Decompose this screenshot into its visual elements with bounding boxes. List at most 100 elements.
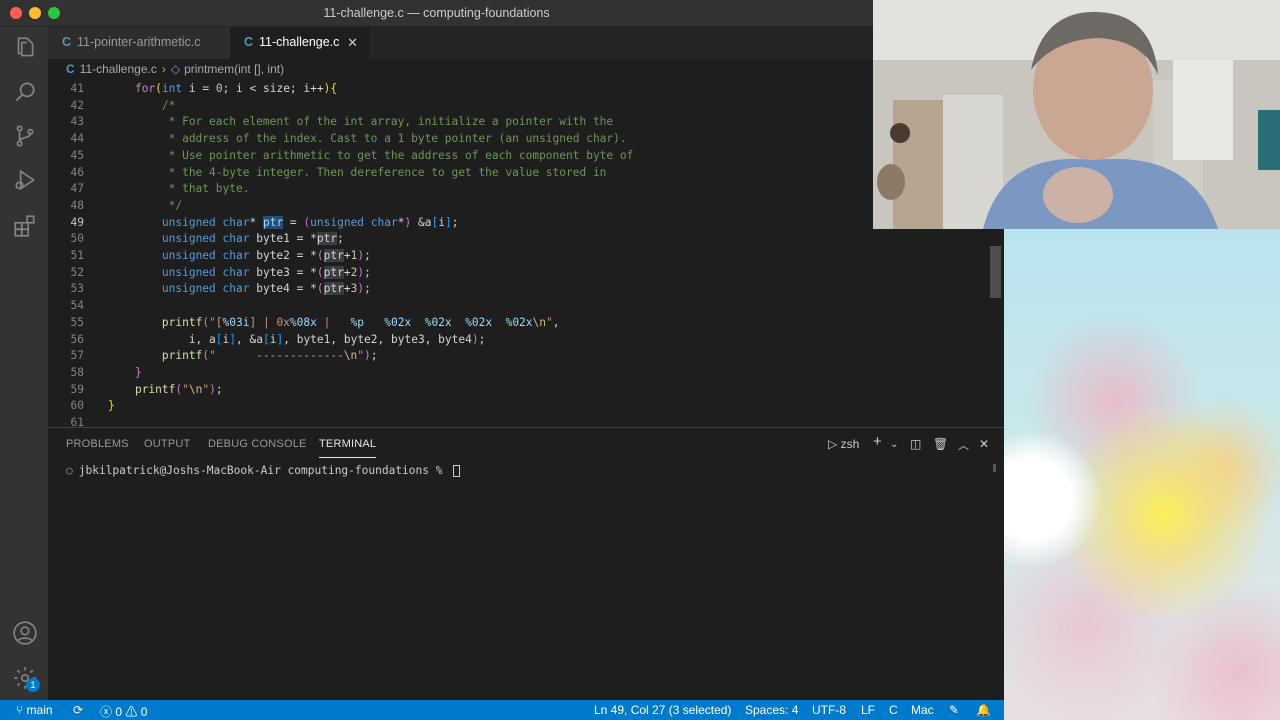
code-line: 51 unsigned char byte2 = *(ptr+1); bbox=[48, 249, 988, 266]
close-panel-icon[interactable]: ✕ bbox=[979, 437, 989, 451]
status-bar: ⑂ main ⟳ ⓧ 0 ⚠ 0 Ln 49, Col 27 (3 select… bbox=[0, 700, 1004, 720]
symbol-method-icon: ◇ bbox=[170, 62, 181, 76]
language-mode[interactable]: C bbox=[889, 703, 898, 717]
code-line: 56 i, a[i], &a[i], byte1, byte2, byte3, … bbox=[48, 333, 988, 350]
encoding[interactable]: UTF-8 bbox=[812, 703, 846, 717]
notifications-bell-icon[interactable]: 🔔 bbox=[976, 703, 991, 717]
line-number: 57 bbox=[70, 349, 84, 363]
code-text: /* bbox=[108, 98, 176, 112]
editor-tab-bar: C 11-pointer-arithmetic.c C 11-challenge.c… bbox=[48, 27, 1004, 59]
extensions-icon[interactable] bbox=[12, 213, 38, 239]
code-line: 61 bbox=[48, 416, 988, 427]
terminal-prompt: jbkilpatrick@Joshs-MacBook-Air computing… bbox=[78, 464, 450, 477]
split-terminal-icon[interactable]: ◫ bbox=[910, 437, 921, 451]
line-number: 47 bbox=[70, 182, 84, 196]
code-text: i, a[i], &a[i], byte1, byte2, byte3, byt… bbox=[108, 332, 486, 346]
code-line: 58 } bbox=[48, 366, 988, 383]
line-number: 59 bbox=[70, 382, 84, 396]
code-line: 43 * For each element of the int array, … bbox=[48, 115, 988, 132]
feedback-icon[interactable]: ✎ bbox=[949, 703, 959, 717]
code-line: 52 unsigned char byte3 = *(ptr+2); bbox=[48, 265, 988, 283]
line-number: 44 bbox=[70, 132, 84, 146]
tab-problems[interactable]: PROBLEMS bbox=[66, 438, 129, 450]
search-icon[interactable] bbox=[12, 79, 38, 105]
terminal-scrollbar[interactable] bbox=[993, 464, 996, 472]
tab-terminal[interactable]: TERMINAL bbox=[319, 438, 377, 458]
editor-scrollbar[interactable] bbox=[990, 246, 1001, 298]
window-title: 11-challenge.c — computing-foundations bbox=[323, 6, 550, 20]
code-line: 59 printf("\n"); bbox=[48, 383, 988, 400]
trash-icon[interactable]: 🗑 bbox=[933, 437, 948, 451]
code-text: * that byte. bbox=[108, 182, 250, 196]
code-text: printf("[%03i] | 0x%08x | %p %02x %02x %… bbox=[161, 315, 560, 329]
code-text: * Use pointer arithmetic to get the addr… bbox=[108, 148, 634, 162]
platform-config[interactable]: Mac bbox=[911, 703, 934, 717]
code-line: 42 /* bbox=[48, 99, 988, 116]
code-text: } bbox=[108, 399, 115, 413]
cursor-position[interactable]: Ln 49, Col 27 (3 selected) bbox=[594, 703, 731, 717]
settings-update-badge: 1 bbox=[26, 678, 40, 692]
chevron-down-icon[interactable]: ⌄ bbox=[890, 439, 898, 450]
webcam-video bbox=[873, 0, 1280, 229]
c-file-icon: C bbox=[244, 35, 254, 49]
code-text: unsigned char byte1 = *ptr; bbox=[161, 232, 344, 246]
line-number: 45 bbox=[70, 148, 84, 162]
line-number: 53 bbox=[70, 282, 84, 296]
code-line: 54 bbox=[48, 299, 988, 316]
line-number: 61 bbox=[70, 416, 84, 427]
error-count: 0 bbox=[115, 705, 123, 719]
line-number: 58 bbox=[70, 365, 84, 379]
indentation[interactable]: Spaces: 4 bbox=[745, 703, 798, 717]
tab-output[interactable]: OUTPUT bbox=[144, 438, 190, 450]
tab-debug-console[interactable]: DEBUG CONSOLE bbox=[208, 438, 307, 450]
presenter-video-frame bbox=[873, 0, 1280, 229]
maximize-panel-icon[interactable]: ︿ bbox=[958, 437, 969, 453]
branch-name: main bbox=[26, 703, 53, 717]
explorer-icon[interactable] bbox=[12, 35, 38, 61]
terminal-shell-selector[interactable]: ▷ zsh bbox=[828, 437, 859, 451]
line-number: 41 bbox=[70, 82, 84, 95]
breadcrumb-file[interactable]: 11-challenge.c bbox=[80, 62, 157, 76]
c-file-icon: C bbox=[66, 62, 75, 76]
code-line: 48 */ bbox=[48, 199, 988, 216]
code-text: * For each element of the int array, ini… bbox=[108, 115, 614, 129]
error-icon: ⓧ bbox=[100, 705, 113, 719]
account-icon[interactable] bbox=[12, 620, 38, 646]
tab-challenge[interactable]: C 11-challenge.c ✕ bbox=[230, 27, 370, 59]
new-terminal-icon[interactable]: + bbox=[873, 433, 882, 450]
line-number: 52 bbox=[70, 265, 84, 279]
code-text: for(int i = 0; i < size; i++){ bbox=[134, 82, 338, 95]
tab-label: 11-challenge.c bbox=[259, 35, 340, 49]
code-text: printf("\n"); bbox=[134, 382, 223, 396]
sync-icon[interactable]: ⟳ bbox=[73, 703, 83, 717]
code-text: unsigned char* ptr = (unsigned char*) &a… bbox=[161, 215, 459, 229]
code-text: printf(" -------------\n"); bbox=[161, 349, 378, 363]
bottom-panel: PROBLEMS OUTPUT DEBUG CONSOLE TERMINAL ▷… bbox=[48, 427, 1004, 700]
line-number: 55 bbox=[70, 315, 84, 329]
code-text: * address of the index. Cast to a 1 byte… bbox=[108, 132, 627, 146]
code-text: * the 4-byte integer. Then dereference t… bbox=[108, 165, 607, 179]
breadcrumb-symbol[interactable]: printmem(int [], int) bbox=[184, 62, 284, 76]
line-number: 50 bbox=[70, 232, 84, 246]
terminal-output[interactable]: ○ jbkilpatrick@Joshs-MacBook-Air computin… bbox=[66, 464, 461, 477]
code-line: 47 * that byte. bbox=[48, 182, 988, 199]
code-line: 55 printf("[%03i] | 0x%08x | %p %02x %02… bbox=[48, 316, 988, 333]
end-of-line[interactable]: LF bbox=[861, 703, 875, 717]
code-line: 41 for(int i = 0; i < size; i++){ bbox=[48, 82, 988, 99]
problems-indicator[interactable]: ⓧ 0 ⚠ 0 bbox=[100, 703, 147, 720]
line-number: 54 bbox=[70, 299, 84, 313]
code-text: } bbox=[134, 365, 142, 379]
breadcrumb: C 11-challenge.c › ◇ printmem(int [], int) bbox=[48, 59, 1004, 81]
branch-indicator[interactable]: ⑂ main bbox=[16, 703, 53, 717]
source-control-icon[interactable] bbox=[12, 123, 38, 149]
code-line: 46 * the 4-byte integer. Then dereferenc… bbox=[48, 166, 988, 183]
line-number: 43 bbox=[70, 115, 84, 129]
code-line: 45 * Use pointer arithmetic to get the a… bbox=[48, 149, 988, 166]
line-number: 56 bbox=[70, 332, 84, 346]
tab-pointer-arithmetic[interactable]: C 11-pointer-arithmetic.c bbox=[48, 27, 230, 59]
run-debug-icon[interactable] bbox=[12, 167, 38, 193]
close-tab-icon[interactable]: ✕ bbox=[347, 35, 358, 51]
code-editor[interactable]: 41 for(int i = 0; i < size; i++){ 42 /* … bbox=[48, 82, 1004, 427]
line-number: 48 bbox=[70, 198, 84, 212]
breadcrumb-separator: › bbox=[161, 62, 166, 76]
